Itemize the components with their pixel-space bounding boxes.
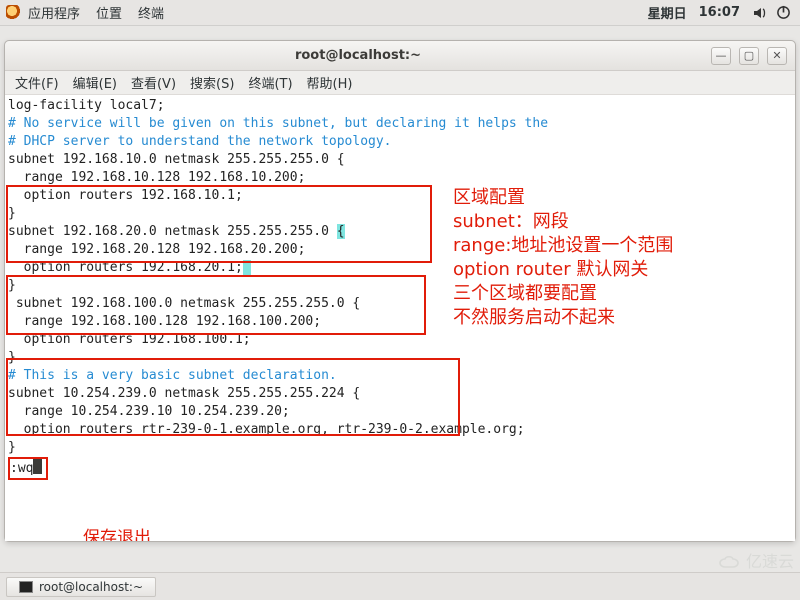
term-line: } xyxy=(5,439,795,457)
annotation-box-1 xyxy=(6,185,432,263)
power-icon[interactable] xyxy=(776,5,794,20)
panel-day: 星期日 xyxy=(648,3,687,22)
annotation-box-2 xyxy=(6,275,426,335)
window-minimize-button[interactable]: — xyxy=(711,47,731,65)
titlebar[interactable]: root@localhost:~ — ▢ ✕ xyxy=(5,41,795,71)
taskbar-task-terminal[interactable]: root@localhost:~ xyxy=(6,577,156,597)
window-title: root@localhost:~ xyxy=(13,48,703,63)
term-line: log-facility local7; xyxy=(5,97,795,115)
window-maximize-button[interactable]: ▢ xyxy=(739,47,759,65)
terminal-window: root@localhost:~ — ▢ ✕ 文件(F) 编辑(E) 查看(V)… xyxy=(4,40,796,542)
taskbar-task-label: root@localhost:~ xyxy=(39,580,143,594)
menu-terminal[interactable]: 终端(T) xyxy=(248,73,292,92)
term-line: subnet 192.168.10.0 netmask 255.255.255.… xyxy=(5,151,795,169)
watermark: 亿速云 xyxy=(718,548,794,572)
term-line: # No service will be given on this subne… xyxy=(5,115,795,133)
menu-help[interactable]: 帮助(H) xyxy=(307,73,353,92)
window-close-button[interactable]: ✕ xyxy=(767,47,787,65)
annotation-box-3 xyxy=(6,358,460,436)
app-menubar: 文件(F) 编辑(E) 查看(V) 搜索(S) 终端(T) 帮助(H) xyxy=(5,71,795,95)
desktop-taskbar: root@localhost:~ xyxy=(0,572,800,600)
terminal-app-icon xyxy=(19,581,33,593)
terminal-viewport[interactable]: log-facility local7; # No service will b… xyxy=(5,95,795,541)
panel-menu-applications[interactable]: 应用程序 xyxy=(28,3,80,22)
panel-menu-terminal[interactable]: 终端 xyxy=(138,3,164,22)
sound-icon[interactable] xyxy=(752,5,770,21)
annotation-text-block: 区域配置 subnet：网段 range:地址池设置一个范围 option ro… xyxy=(453,189,673,333)
desktop-top-panel: 应用程序 位置 终端 星期日 16:07 xyxy=(0,0,800,26)
menu-edit[interactable]: 编辑(E) xyxy=(73,73,117,92)
term-command-line[interactable]: :wq xyxy=(5,457,795,480)
menu-view[interactable]: 查看(V) xyxy=(131,73,176,92)
panel-time: 16:07 xyxy=(699,5,740,20)
gnome-foot-icon xyxy=(6,5,22,21)
menu-search[interactable]: 搜索(S) xyxy=(190,73,234,92)
menu-file[interactable]: 文件(F) xyxy=(15,73,59,92)
terminal-cursor xyxy=(33,459,42,474)
term-line: # DHCP server to understand the network … xyxy=(5,133,795,151)
panel-menu-places[interactable]: 位置 xyxy=(96,3,122,22)
wq-highlight-box: :wq xyxy=(8,457,48,480)
